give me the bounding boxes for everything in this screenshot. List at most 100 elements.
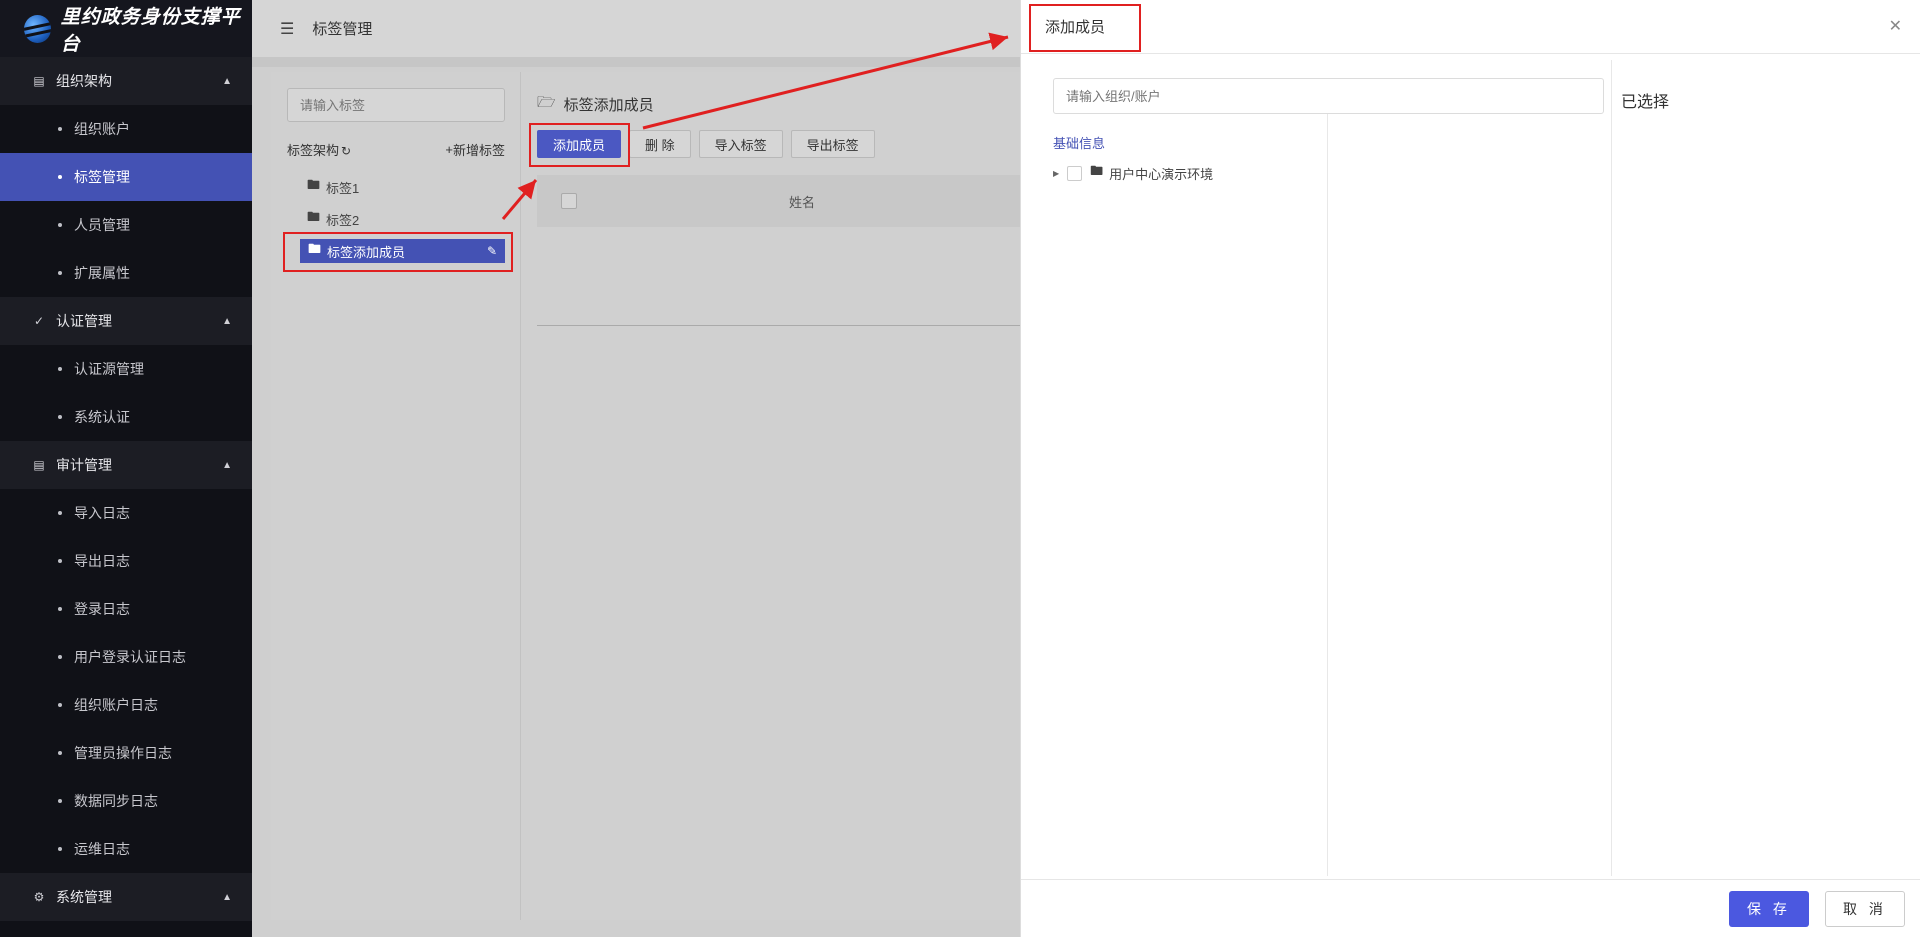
sidebar-item-label: 人员管理 (74, 217, 130, 233)
bullet-icon (58, 799, 62, 803)
save-button[interactable]: 保 存 (1729, 891, 1809, 927)
chart-icon: ▤ (33, 458, 45, 472)
drawer-footer: 保 存 取 消 (1021, 879, 1920, 937)
bullet-icon (58, 223, 62, 227)
sidebar-item-sync-log[interactable]: 数据同步日志 (0, 777, 252, 825)
sidebar-item-label: 运维日志 (74, 841, 130, 857)
select-all-checkbox[interactable] (561, 193, 577, 209)
sidebar-item-export-log[interactable]: 导出日志 (0, 537, 252, 585)
sidebar-item-label: 组织账户 (74, 121, 130, 137)
folder-icon: 🖿 (307, 177, 321, 192)
sidebar-item-label: 数据同步日志 (74, 793, 158, 809)
sidebar-group-label: 组织架构 (56, 73, 112, 89)
sidebar-item-label: 导入日志 (74, 505, 130, 521)
tag-tree-title: 标签架构 (287, 143, 340, 158)
bullet-icon (58, 127, 62, 131)
plus-icon: + (445, 142, 453, 157)
sidebar-item-people[interactable]: 人员管理 (0, 201, 252, 249)
sidebar-item-label: 扩展属性 (74, 265, 130, 281)
sidebar-group-label: 系统管理 (56, 889, 112, 905)
tag-node-label: 标签2 (326, 212, 360, 228)
export-tag-button[interactable]: 导出标签 (790, 130, 875, 158)
sidebar-item-system-auth[interactable]: 系统认证 (0, 393, 252, 441)
sidebar-item-org-account-log[interactable]: 组织账户日志 (0, 681, 252, 729)
tag-node[interactable]: 🖿 标签2 (307, 207, 359, 231)
tag-detail-title-text: 标签添加成员 (563, 97, 654, 114)
sidebar-item-import-log[interactable]: 导入日志 (0, 489, 252, 537)
folder-open-icon: 🗁 (537, 94, 556, 111)
sidebar-item-auth-source[interactable]: 认证源管理 (0, 345, 252, 393)
check-circle-icon: ✓ (33, 314, 45, 328)
chevron-up-icon: ▲ (222, 315, 232, 327)
org-account-search-input[interactable] (1053, 78, 1604, 114)
sidebar-group-label: 审计管理 (56, 457, 112, 473)
sidebar-item-ext-attrs[interactable]: 扩展属性 (0, 249, 252, 297)
add-tag-label: 新增标签 (452, 143, 505, 158)
selected-title: 已选择 (1621, 94, 1670, 111)
basic-info-link[interactable]: 基础信息 (1053, 133, 1105, 152)
sidebar-group-auth[interactable]: ✓ 认证管理 ▲ (0, 297, 252, 345)
sidebar-group-org[interactable]: ▤ 组织架构 ▲ (0, 57, 252, 105)
column-divider (1327, 114, 1328, 876)
sidebar-item-user-auth-log[interactable]: 用户登录认证日志 (0, 633, 252, 681)
column-header-name[interactable]: 姓名 (789, 192, 815, 211)
menu-fold-icon[interactable]: ☰ (280, 19, 294, 39)
bullet-icon (58, 271, 62, 275)
bullet-icon (58, 607, 62, 611)
sidebar-item-ops-log[interactable]: 运维日志 (0, 825, 252, 873)
bullet-icon (58, 655, 62, 659)
gear-icon: ⚙ (33, 890, 45, 904)
sidebar-item-admin-op-log[interactable]: 管理员操作日志 (0, 729, 252, 777)
sidebar-item-login-log[interactable]: 登录日志 (0, 585, 252, 633)
table-header: 姓名 (537, 175, 1057, 227)
tag-node-selected[interactable]: 🖿 标签添加成员 ✎ (300, 239, 505, 263)
sidebar: 里约政务身份支撑平台 ▤ 组织架构 ▲ 组织账户 标签管理 人员管理 扩展属性 … (0, 0, 252, 937)
column-divider (1611, 60, 1612, 876)
sidebar-item-label: 组织账户日志 (74, 697, 158, 713)
folder-icon: 🖿 (307, 209, 321, 224)
bullet-icon (58, 415, 62, 419)
add-member-drawer: 添加成员 ✕ 已选择 基础信息 ▶ 🖿 用户中心演示环境 保 存 取 消 (1020, 0, 1920, 937)
bullet-icon (58, 559, 62, 563)
expand-arrow-icon[interactable]: ▶ (1053, 169, 1059, 178)
sidebar-item-label: 认证源管理 (74, 361, 144, 377)
import-tag-button[interactable]: 导入标签 (698, 130, 783, 158)
tag-node[interactable]: 🖿 标签1 (307, 175, 359, 199)
sidebar-item-label: 系统认证 (74, 409, 130, 425)
tag-detail-title: 🗁 标签添加成员 (537, 92, 654, 117)
bullet-icon (58, 847, 62, 851)
sidebar-item-label: 标签管理 (74, 169, 130, 185)
chevron-up-icon: ▲ (222, 459, 232, 471)
sidebar-item-tag-management[interactable]: 标签管理 (0, 153, 252, 201)
sidebar-item-label: 导出日志 (74, 553, 130, 569)
tag-tree-title-wrap: 标签架构 ↻ (287, 140, 351, 159)
delete-button[interactable]: 删 除 (629, 130, 691, 158)
app-logo[interactable]: 里约政务身份支撑平台 (0, 0, 252, 57)
edit-icon[interactable]: ✎ (487, 244, 497, 258)
table-bottom-divider (537, 325, 1057, 326)
chevron-up-icon: ▲ (222, 75, 232, 87)
close-icon[interactable]: ✕ (1889, 16, 1902, 36)
refresh-icon[interactable]: ↻ (341, 144, 351, 158)
sidebar-group-system[interactable]: ⚙ 系统管理 ▲ (0, 873, 252, 921)
tag-node-label: 标签添加成员 (327, 244, 406, 260)
tag-tree-panel: 标签架构↻ +新增标签 🖿 标签1 🖿 标签2 🖿 标签添加成员 ✎ (271, 72, 521, 920)
bullet-icon (58, 175, 62, 179)
org-tree-node[interactable]: ▶ 🖿 用户中心演示环境 (1053, 162, 1213, 184)
sidebar-item-org-account[interactable]: 组织账户 (0, 105, 252, 153)
sidebar-group-label: 认证管理 (56, 313, 112, 329)
logo-icon (24, 14, 51, 43)
tag-search-input[interactable] (287, 88, 505, 122)
list-icon: ▤ (33, 74, 45, 88)
tag-node-label: 标签1 (326, 180, 360, 196)
breadcrumb: 标签管理 (312, 21, 373, 38)
add-member-button[interactable]: 添加成员 (537, 130, 622, 158)
cancel-button[interactable]: 取 消 (1825, 891, 1905, 927)
add-tag-button[interactable]: + 新增标签 (445, 140, 505, 159)
sidebar-group-audit[interactable]: ▤ 审计管理 ▲ (0, 441, 252, 489)
app-title: 里约政务身份支撑平台 (60, 6, 241, 55)
drawer-header: 添加成员 (1021, 0, 1920, 54)
bullet-icon (58, 511, 62, 515)
chevron-up-icon: ▲ (222, 891, 232, 903)
org-checkbox[interactable] (1067, 165, 1083, 181)
